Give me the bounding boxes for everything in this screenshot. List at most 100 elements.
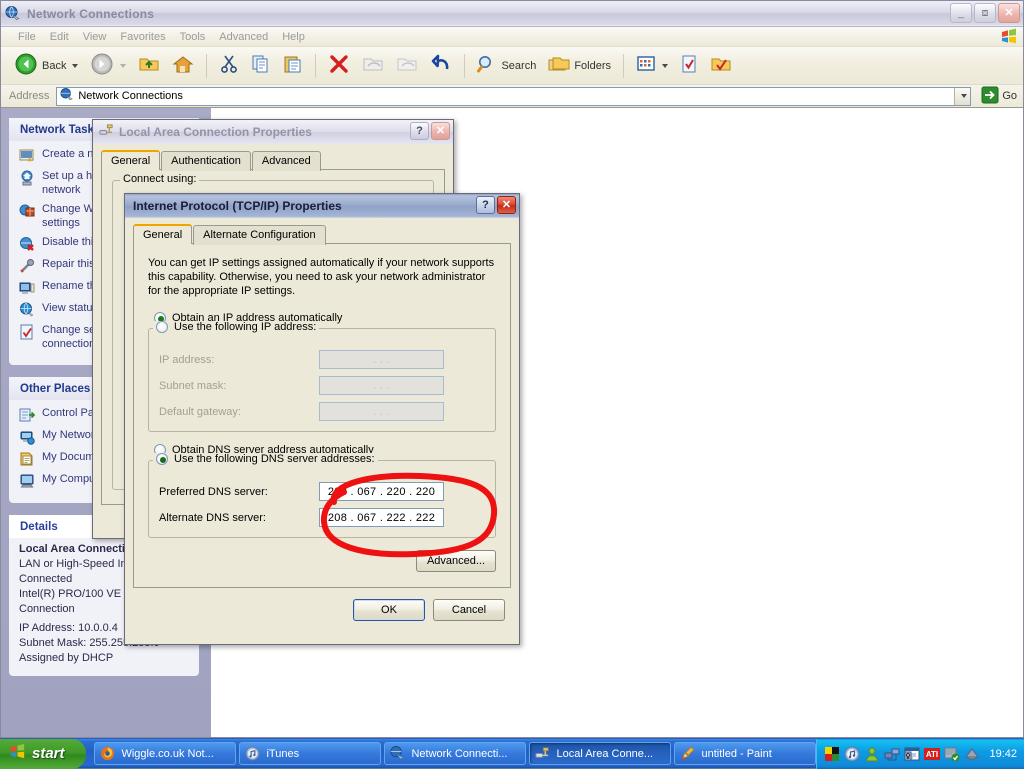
user-icon[interactable] <box>864 746 880 762</box>
tab-general[interactable]: General <box>133 224 192 244</box>
tab-advanced[interactable]: Advanced <box>252 151 321 171</box>
tab-general[interactable]: General <box>101 150 160 170</box>
go-label: Go <box>1002 90 1017 102</box>
start-label: start <box>32 745 65 762</box>
advanced-button-row: Advanced... <box>148 550 496 572</box>
ok-button[interactable]: OK <box>353 599 425 621</box>
taskbar-item-local-area-connection[interactable]: Local Area Conne... <box>529 742 671 765</box>
forward-button[interactable] <box>85 50 131 81</box>
default-gateway-row: Default gateway: . . . <box>159 402 485 421</box>
menu-view[interactable]: View <box>76 29 114 45</box>
close-button[interactable]: ✕ <box>497 196 516 214</box>
tab-authentication[interactable]: Authentication <box>161 151 251 171</box>
delete-button[interactable] <box>323 51 355 80</box>
address-input[interactable]: Network Connections <box>56 87 971 106</box>
menu-tools[interactable]: Tools <box>173 29 213 45</box>
menubar: File Edit View Favorites Tools Advanced … <box>1 27 1023 47</box>
home-button[interactable] <box>167 52 199 79</box>
address-dropdown-button[interactable] <box>954 88 970 105</box>
menu-edit[interactable]: Edit <box>43 29 76 45</box>
search-button[interactable]: Search <box>472 52 541 79</box>
ip-address-input[interactable]: . . . <box>319 350 444 369</box>
folders-button[interactable]: Folders <box>543 52 616 79</box>
go-button[interactable]: Go <box>975 86 1023 107</box>
radio-indicator <box>156 453 168 465</box>
check-folder-icon <box>710 54 732 77</box>
back-button[interactable]: Back <box>9 50 83 81</box>
update-icon[interactable] <box>964 746 980 762</box>
views-dropdown-icon[interactable] <box>662 64 668 68</box>
ati-icon[interactable]: ATI <box>924 746 940 762</box>
taskbar-item-firefox[interactable]: Wiggle.co.uk Not... <box>94 742 236 765</box>
my-network-places-icon <box>19 429 35 445</box>
toolbar-separator-2 <box>315 54 316 78</box>
network-adapter-icon <box>535 746 551 762</box>
undo-move-button[interactable] <box>357 52 389 79</box>
check-file-button[interactable] <box>675 52 703 79</box>
taskbar-item-paint[interactable]: untitled - Paint <box>674 742 816 765</box>
radio-label: Use the following IP address: <box>174 321 316 333</box>
change-settings-icon <box>19 324 35 340</box>
minimize-button[interactable]: _ <box>950 3 972 23</box>
go-arrow-icon <box>981 86 999 107</box>
back-dropdown-icon[interactable] <box>72 64 78 68</box>
start-button[interactable]: start <box>0 739 86 769</box>
close-button[interactable]: ✕ <box>998 3 1020 23</box>
taskbar-clock[interactable]: 19:42 <box>989 748 1017 760</box>
maximize-button[interactable]: ⧈ <box>974 3 996 23</box>
menu-help[interactable]: Help <box>275 29 312 45</box>
itunes-tray-icon[interactable] <box>844 746 860 762</box>
views-button[interactable] <box>631 53 673 78</box>
menu-file[interactable]: File <box>11 29 43 45</box>
preferred-dns-row: Preferred DNS server: 208 . 067 . 220 . … <box>159 482 485 501</box>
security-icon[interactable] <box>904 746 920 762</box>
cancel-button[interactable]: Cancel <box>433 599 505 621</box>
alternate-dns-input[interactable]: 208 . 067 . 222 . 222 <box>319 508 444 527</box>
menu-advanced[interactable]: Advanced <box>212 29 275 45</box>
close-button[interactable]: ✕ <box>431 122 450 140</box>
subnet-mask-input[interactable]: . . . <box>319 376 444 395</box>
default-gateway-label: Default gateway: <box>159 406 319 418</box>
advanced-button[interactable]: Advanced... <box>416 550 496 572</box>
lac-titlebar: Local Area Connection Properties ? ✕ <box>93 120 453 144</box>
color-blocks-icon[interactable] <box>824 746 840 762</box>
redo-move-button[interactable] <box>391 52 423 79</box>
forward-dropdown-icon[interactable] <box>120 64 126 68</box>
tcpip-title: Internet Protocol (TCP/IP) Properties <box>133 199 342 213</box>
network-tray-icon[interactable] <box>884 746 900 762</box>
search-icon <box>477 54 497 77</box>
use-following-ip-radio[interactable]: Use the following IP address: <box>153 321 319 333</box>
windows-flag-icon <box>8 743 27 765</box>
cut-icon <box>219 54 239 77</box>
up-button[interactable] <box>133 52 165 79</box>
manual-dns-group: Use the following DNS server addresses: … <box>148 460 496 538</box>
help-button[interactable]: ? <box>476 196 495 214</box>
paste-button[interactable] <box>278 52 308 79</box>
help-button[interactable]: ? <box>410 122 429 140</box>
firewall-icon <box>19 203 35 219</box>
check-folder-button[interactable] <box>705 52 737 79</box>
copy-button[interactable] <box>246 52 276 79</box>
preferred-dns-input[interactable]: 208 . 067 . 220 . 220 <box>319 482 444 501</box>
taskbar-item-itunes[interactable]: iTunes <box>239 742 381 765</box>
menu-favorites[interactable]: Favorites <box>113 29 172 45</box>
use-following-dns-radio[interactable]: Use the following DNS server addresses: <box>153 453 378 465</box>
taskbar-item-network-connections[interactable]: Network Connecti... <box>384 742 526 765</box>
address-bar: Address Network Connections Go <box>1 85 1023 108</box>
ip-address-row: IP address: . . . <box>159 350 485 369</box>
taskbar-item-label: Local Area Conne... <box>556 748 653 760</box>
default-gateway-input[interactable]: . . . <box>319 402 444 421</box>
tcpip-window-controls: ? ✕ <box>476 196 516 214</box>
search-label: Search <box>501 60 536 72</box>
paint-icon <box>680 746 696 762</box>
undo-button[interactable] <box>425 52 457 79</box>
volume-icon[interactable] <box>944 746 960 762</box>
taskbar-item-label: Network Connecti... <box>411 748 507 760</box>
lac-window-controls: ? ✕ <box>410 122 450 140</box>
tab-alternate-configuration[interactable]: Alternate Configuration <box>193 225 326 245</box>
my-computer-icon <box>19 473 35 489</box>
window-controls: _ ⧈ ✕ <box>950 3 1020 23</box>
network-adapter-icon <box>99 123 114 141</box>
tcpip-dialog-buttons: OK Cancel <box>125 599 505 621</box>
cut-button[interactable] <box>214 52 244 79</box>
